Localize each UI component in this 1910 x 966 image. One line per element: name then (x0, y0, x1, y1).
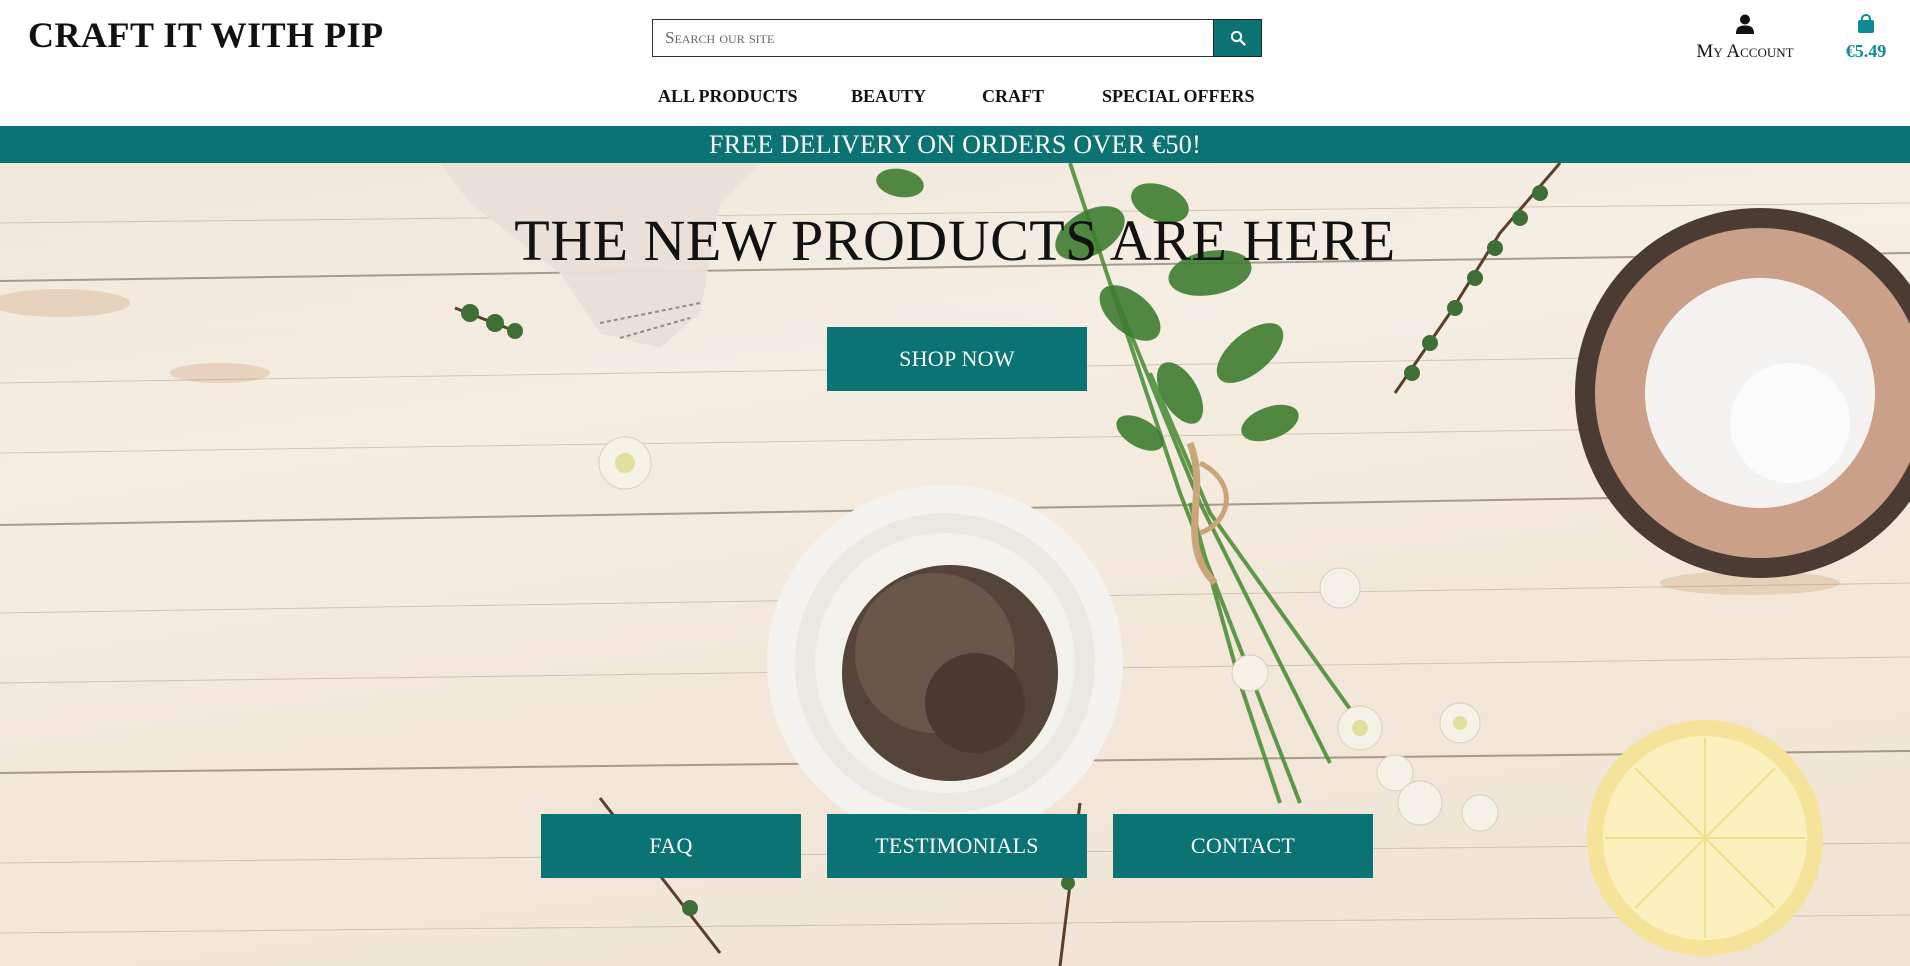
shop-now-button[interactable]: SHOP NOW (827, 327, 1087, 391)
main-nav: ALL PRODUCTS BEAUTY CRAFT SPECIAL OFFERS (0, 86, 1910, 110)
hero-section: THE NEW PRODUCTS ARE HERE SHOP NOW FAQ T… (0, 163, 1910, 966)
site-logo[interactable]: CRAFT IT WITH PIP (28, 12, 384, 58)
shopping-bag-link[interactable]: €5.49 (1836, 13, 1896, 62)
user-icon (1736, 14, 1754, 34)
my-account-label: My Account (1696, 41, 1794, 62)
search-icon (1230, 30, 1246, 46)
hero-title: THE NEW PRODUCTS ARE HERE (514, 208, 1396, 273)
search-button[interactable] (1213, 19, 1262, 57)
search-form (652, 19, 1262, 57)
nav-beauty[interactable]: BEAUTY (851, 86, 926, 107)
search-input[interactable] (652, 19, 1213, 57)
nav-special-offers[interactable]: SPECIAL OFFERS (1102, 86, 1255, 107)
site-header: CRAFT IT WITH PIP My Account €5.49 ALL P… (0, 0, 1910, 126)
testimonials-button[interactable]: TESTIMONIALS (827, 814, 1087, 878)
my-account-link[interactable]: My Account (1680, 14, 1810, 63)
faq-button[interactable]: FAQ (541, 814, 801, 878)
free-delivery-banner: FREE DELIVERY ON ORDERS OVER €50! (0, 126, 1910, 163)
shopping-bag-icon (1858, 13, 1874, 33)
contact-button[interactable]: CONTACT (1113, 814, 1373, 878)
nav-craft[interactable]: CRAFT (982, 86, 1044, 107)
bag-total: €5.49 (1845, 41, 1887, 61)
nav-all-products[interactable]: ALL PRODUCTS (658, 86, 798, 107)
